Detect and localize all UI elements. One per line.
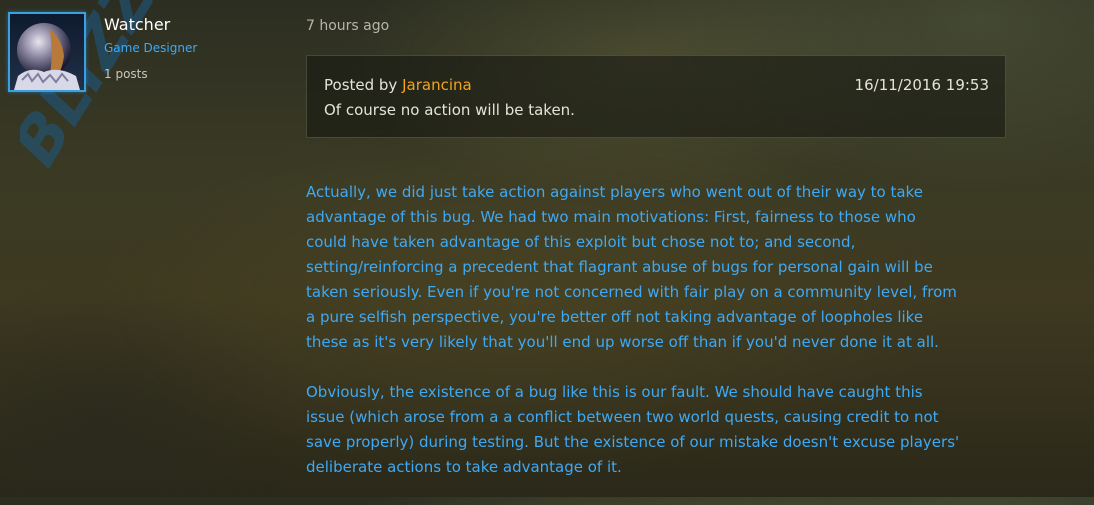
author-username[interactable]: Watcher xyxy=(104,15,170,34)
post-line: taken seriously. Even if you're not conc… xyxy=(306,283,957,301)
author-post-count: 1 posts xyxy=(104,67,148,81)
post-line: could have taken advantage of this explo… xyxy=(306,233,856,251)
post-paragraph: Actually, we did just take action agains… xyxy=(306,180,1011,355)
post-line: advantage of this bug. We had two main m… xyxy=(306,208,916,226)
quote-text: Of course no action will be taken. xyxy=(324,101,575,119)
quote-prefix: Posted by xyxy=(324,76,398,94)
post-line: issue (which arose from a a conflict bet… xyxy=(306,408,939,426)
quote-date: 16/11/2016 19:53 xyxy=(854,76,989,94)
author-role: Game Designer xyxy=(104,41,198,55)
post-paragraph: Obviously, the existence of a bug like t… xyxy=(306,380,1011,480)
quote-author-link[interactable]: Jarancina xyxy=(402,76,472,94)
post-line: these as it's very likely that you'll en… xyxy=(306,333,939,351)
post-timestamp[interactable]: 7 hours ago xyxy=(306,18,389,34)
post-line: setting/reinforcing a precedent that fla… xyxy=(306,258,933,276)
post-author-panel: Watcher Game Designer 1 posts xyxy=(8,12,288,102)
quoted-post: Posted by Jarancina 16/11/2016 19:53 Of … xyxy=(306,55,1006,138)
avatar[interactable] xyxy=(8,12,86,92)
post-line: Obviously, the existence of a bug like t… xyxy=(306,383,923,401)
quote-header: Posted by Jarancina xyxy=(324,76,472,94)
avatar-portrait-icon xyxy=(10,14,84,90)
post-body: Actually, we did just take action agains… xyxy=(306,180,1011,505)
post-line: deliberate actions to take advantage of … xyxy=(306,458,622,476)
post-line: Actually, we did just take action agains… xyxy=(306,183,923,201)
post-line: a pure selfish perspective, you're bette… xyxy=(306,308,924,326)
post-line: save properly) during testing. But the e… xyxy=(306,433,960,451)
